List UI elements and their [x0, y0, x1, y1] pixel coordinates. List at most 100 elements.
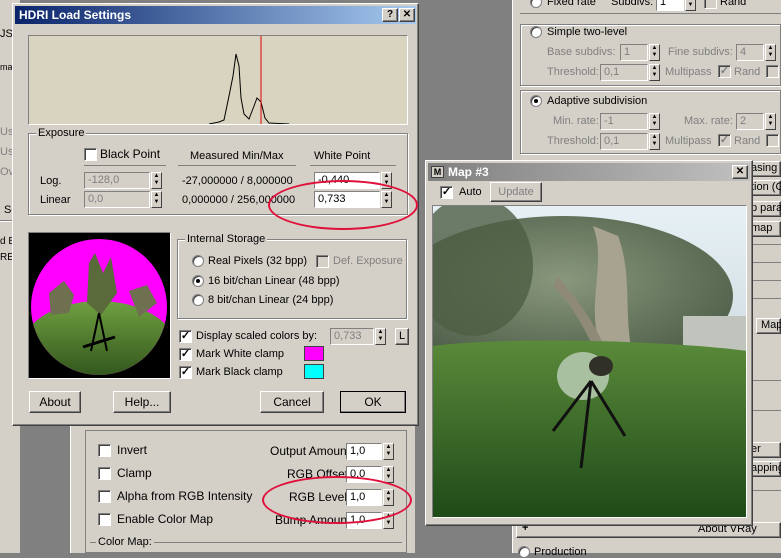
map-window-icon: M [431, 166, 444, 178]
hdri-preview-image [31, 239, 167, 375]
map-preview-image [433, 206, 746, 517]
histogram-curve [208, 53, 290, 125]
max-rate-field[interactable]: 2 [736, 113, 764, 130]
hdri-help-button[interactable]: ? [382, 8, 398, 22]
white-clamp-color-swatch[interactable] [304, 346, 324, 361]
production-radio[interactable] [518, 546, 530, 558]
rgb-level-field[interactable]: 1,0 [346, 489, 382, 506]
update-button[interactable]: Update [490, 182, 542, 202]
hdri-close-button[interactable]: ✕ [399, 8, 415, 22]
white-log-field[interactable]: -0,440 [314, 172, 380, 189]
white-linear-field[interactable]: 0,733 [314, 191, 380, 208]
rollout-tab-4[interactable]: Map [756, 318, 781, 334]
simple-two-level-radio[interactable] [530, 26, 542, 38]
alpha-rgb-checkbox[interactable] [98, 490, 111, 503]
threshold-spinner-2[interactable]: ▲ ▼ [649, 133, 660, 150]
rand-label-2: Rand [734, 66, 761, 78]
black-linear-field[interactable]: 0,0 [84, 191, 150, 208]
left-edge-label-0: JS [0, 28, 13, 40]
threshold-spinner-1[interactable]: ▲ ▼ [649, 64, 660, 81]
display-scaled-field[interactable]: 0,733 [330, 328, 374, 345]
black-log-field[interactable]: -128,0 [84, 172, 150, 189]
fixed-rate-label: Fixed rate [547, 0, 596, 8]
storage-8bit-radio[interactable] [192, 294, 204, 306]
min-rate-spinner[interactable]: ▲ ▼ [649, 113, 660, 130]
internal-storage-label: Internal Storage [185, 233, 268, 245]
rand-checkbox-1[interactable] [704, 0, 717, 9]
l-button[interactable]: L [395, 328, 409, 345]
adaptive-label: Adaptive subdivision [547, 95, 648, 107]
rgb-offset-field[interactable]: 0,0 [346, 466, 382, 483]
cancel-button[interactable]: Cancel [260, 391, 324, 413]
white-log-spinner[interactable]: ▲ ▼ [381, 172, 392, 189]
black-point-checkbox[interactable] [84, 148, 97, 161]
rand-checkbox-2[interactable] [766, 65, 779, 78]
min-rate-field[interactable]: -1 [600, 113, 648, 130]
mark-black-clamp-label: Mark Black clamp [196, 366, 283, 378]
multipass-checkbox-1[interactable]: ✓ [718, 65, 731, 78]
simple-two-level-label: Simple two-level [547, 26, 628, 38]
auto-checkbox[interactable]: ✓ [440, 186, 453, 199]
subdivs-label: Subdivs: [611, 0, 654, 8]
about-button[interactable]: About [29, 391, 81, 413]
max-rate-spinner[interactable]: ▲ ▼ [765, 113, 776, 130]
adaptive-radio[interactable] [530, 95, 542, 107]
hdri-dialog-titlebar: HDRI Load Settings [15, 6, 416, 24]
production-label: Production [534, 546, 587, 558]
alpha-rgb-label: Alpha from RGB Intensity [117, 489, 253, 503]
measured-header: Measured Min/Max [190, 150, 284, 162]
threshold-field-2[interactable]: 0,1 [600, 133, 648, 150]
def-exposure-checkbox[interactable] [316, 255, 329, 268]
exposure-group-label: Exposure [36, 127, 87, 139]
histogram-panel [28, 35, 408, 125]
hdri-preview [28, 232, 171, 379]
subdivs-field[interactable]: 1 [656, 0, 684, 11]
fine-subdivs-label: Fine subdivs: [668, 46, 733, 58]
black-point-label: Black Point [100, 147, 161, 161]
rand-checkbox-3[interactable] [766, 134, 779, 147]
ok-button[interactable]: OK [340, 391, 406, 413]
subdivs-spinner[interactable]: ▲▼ [685, 0, 696, 11]
bump-amount-field[interactable]: 1,0 [346, 512, 382, 529]
multipass-label-2: Multipass [665, 135, 712, 147]
color-map-label: Color Map: [96, 536, 154, 548]
display-scaled-spinner[interactable]: ▲ ▼ [375, 328, 386, 345]
histogram-graph [208, 36, 290, 125]
rgb-offset-spinner[interactable]: ▲ ▼ [383, 466, 394, 483]
clamp-checkbox[interactable] [98, 467, 111, 480]
enable-color-map-label: Enable Color Map [117, 512, 214, 526]
white-linear-spinner[interactable]: ▲ ▼ [381, 191, 392, 208]
invert-checkbox[interactable] [98, 444, 111, 457]
threshold-field-1[interactable]: 0,1 [600, 64, 648, 81]
black-linear-spinner[interactable]: ▲ ▼ [151, 191, 162, 208]
fine-subdivs-field[interactable]: 4 [736, 44, 764, 61]
storage-16bit-label: 16 bit/chan Linear (48 bpp) [208, 275, 340, 287]
bump-amount-spinner[interactable]: ▲ ▼ [383, 512, 394, 529]
base-subdivs-field[interactable]: 1 [620, 44, 648, 61]
storage-real-pixels-label: Real Pixels (32 bpp) [208, 255, 308, 267]
measured-linear-value: 0,000000 / 256,000000 [182, 194, 296, 206]
fine-subdivs-spinner[interactable]: ▲ ▼ [765, 44, 776, 61]
multipass-label-1: Multipass [665, 66, 712, 78]
help-button[interactable]: Help... [113, 391, 171, 413]
mark-black-clamp-checkbox[interactable]: ✓ [179, 366, 192, 379]
output-amount-spinner[interactable]: ▲ ▼ [383, 443, 394, 460]
rgb-level-spinner[interactable]: ▲ ▼ [383, 489, 394, 506]
map-close-button[interactable]: ✕ [732, 165, 748, 179]
enable-color-map-checkbox[interactable] [98, 513, 111, 526]
auto-label: Auto [459, 186, 482, 198]
linear-label: Linear [40, 194, 71, 206]
threshold-label-1: Threshold: [547, 66, 599, 78]
black-clamp-color-swatch[interactable] [304, 364, 324, 379]
black-log-spinner[interactable]: ▲ ▼ [151, 172, 162, 189]
base-subdivs-spinner[interactable]: ▲ ▼ [649, 44, 660, 61]
storage-real-pixels-radio[interactable] [192, 255, 204, 267]
storage-16bit-radio[interactable] [192, 275, 204, 287]
storage-8bit-label: 8 bit/chan Linear (24 bpp) [208, 294, 334, 306]
display-scaled-checkbox[interactable]: ✓ [179, 330, 192, 343]
map-preview [432, 205, 747, 518]
multipass-checkbox-2[interactable]: ✓ [718, 134, 731, 147]
output-amount-field[interactable]: 1,0 [346, 443, 382, 460]
mark-white-clamp-checkbox[interactable]: ✓ [179, 348, 192, 361]
def-exposure-label: Def. Exposure [333, 255, 403, 267]
